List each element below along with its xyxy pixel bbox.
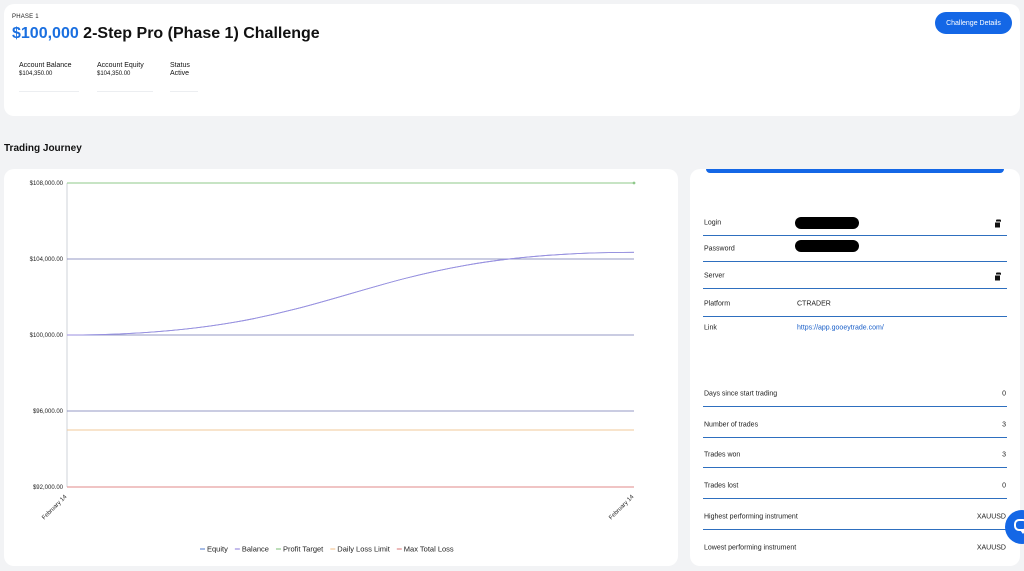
stat-label: Account Equity bbox=[97, 62, 144, 69]
stat-value: XAUUSD bbox=[976, 513, 1006, 520]
login-label: Login bbox=[704, 219, 722, 226]
stat-value: $104,350.00 bbox=[19, 71, 53, 77]
x-tick-label: February 14 bbox=[41, 494, 69, 522]
platform-value: CTRADER bbox=[797, 300, 831, 307]
stat-label: Number of trades bbox=[704, 421, 759, 428]
phase-label: PHASE 1 bbox=[12, 14, 39, 20]
server-label: Server bbox=[704, 272, 725, 279]
platform-label: Platform bbox=[704, 300, 731, 307]
login-row: Login bbox=[703, 210, 1007, 236]
login-redacted bbox=[795, 216, 859, 229]
stat-label: Trades won bbox=[704, 451, 741, 458]
status-stat: Status Active bbox=[170, 62, 198, 92]
y-tick-label: $96,000.00 bbox=[33, 409, 64, 415]
series-line-balance bbox=[66, 251, 635, 336]
y-tick-label: $108,000.00 bbox=[30, 181, 64, 187]
challenge-header-card: PHASE 1 $100,000 2-Step Pro (Phase 1) Ch… bbox=[4, 4, 1020, 116]
challenge-name: 2-Step Pro (Phase 1) Challenge bbox=[78, 25, 320, 42]
stat-row-trades: Number of trades 3 bbox=[703, 412, 1007, 438]
password-redacted bbox=[795, 239, 859, 252]
account-equity-stat: Account Equity $104,350.00 bbox=[97, 62, 153, 92]
stat-row-won: Trades won 3 bbox=[703, 442, 1007, 468]
stat-value: 0 bbox=[1002, 482, 1006, 489]
challenge-title: $100,000 2-Step Pro (Phase 1) Challenge bbox=[12, 25, 320, 43]
section-title: Trading Journey bbox=[4, 143, 82, 154]
stat-row-lost: Trades lost 0 bbox=[703, 473, 1007, 499]
stat-label: Status bbox=[170, 62, 190, 69]
stat-label: Days since start trading bbox=[704, 390, 778, 397]
stat-value: 0 bbox=[1002, 390, 1006, 397]
link-label: Link bbox=[704, 324, 717, 332]
stat-value: XAUUSD bbox=[976, 544, 1006, 552]
legend-item: Equity bbox=[207, 545, 228, 554]
platform-row: Platform CTRADER bbox=[703, 291, 1007, 317]
stat-row-highest: Highest performing instrument XAUUSD bbox=[703, 504, 1007, 530]
legend-item: Daily Loss Limit bbox=[337, 545, 390, 554]
status-badge: Active bbox=[170, 70, 190, 77]
platform-link[interactable]: https://app.gooeytrade.com/ bbox=[797, 325, 884, 332]
stat-label: Highest performing instrument bbox=[704, 513, 798, 520]
server-row: Server bbox=[703, 263, 1007, 289]
password-label: Password bbox=[704, 245, 735, 252]
challenge-amount: $100,000 bbox=[12, 25, 79, 42]
y-tick-label: $100,000.00 bbox=[30, 333, 64, 339]
stat-value: 3 bbox=[1002, 451, 1006, 458]
legend-item: Max Total Loss bbox=[404, 545, 454, 554]
series-point bbox=[632, 181, 636, 185]
stat-value: $104,350.00 bbox=[97, 71, 131, 77]
stat-row-days: Days since start trading 0 bbox=[703, 381, 1007, 407]
trading-journey-chart: $92,000.00 $96,000.00 $100,000.00 $104,000.… bbox=[4, 169, 678, 566]
chat-icon bbox=[1014, 519, 1024, 534]
stat-label: Account Balance bbox=[19, 62, 72, 69]
y-tick-label: $104,000.00 bbox=[30, 257, 64, 263]
link-row: Link https://app.gooeytrade.com/ bbox=[703, 315, 1007, 341]
stat-label: Lowest performing instrument bbox=[704, 544, 797, 552]
copy-icon[interactable] bbox=[994, 219, 1001, 228]
y-tick-label: $92,000.00 bbox=[33, 485, 64, 491]
stat-row-lowest: Lowest performing instrument XAUUSD bbox=[703, 535, 1007, 561]
account-balance-stat: Account Balance $104,350.00 bbox=[19, 62, 79, 92]
legend-item: Balance bbox=[242, 545, 269, 554]
chart-svg: $92,000.00 $96,000.00 $100,000.00 $104,000.… bbox=[30, 181, 636, 554]
copy-icon[interactable] bbox=[994, 272, 1001, 281]
legend-item: Profit Target bbox=[283, 545, 324, 554]
stat-label: Trades lost bbox=[704, 482, 739, 489]
info-card-accent-bar bbox=[706, 169, 1004, 173]
x-tick-label: February 14 bbox=[608, 494, 636, 522]
password-row: Password bbox=[703, 236, 1007, 262]
account-info-card: Login Password Server Platform CTRADER L… bbox=[690, 169, 1020, 566]
challenge-details-button[interactable]: Challenge Details bbox=[935, 12, 1012, 34]
stat-value: 3 bbox=[1002, 421, 1006, 428]
